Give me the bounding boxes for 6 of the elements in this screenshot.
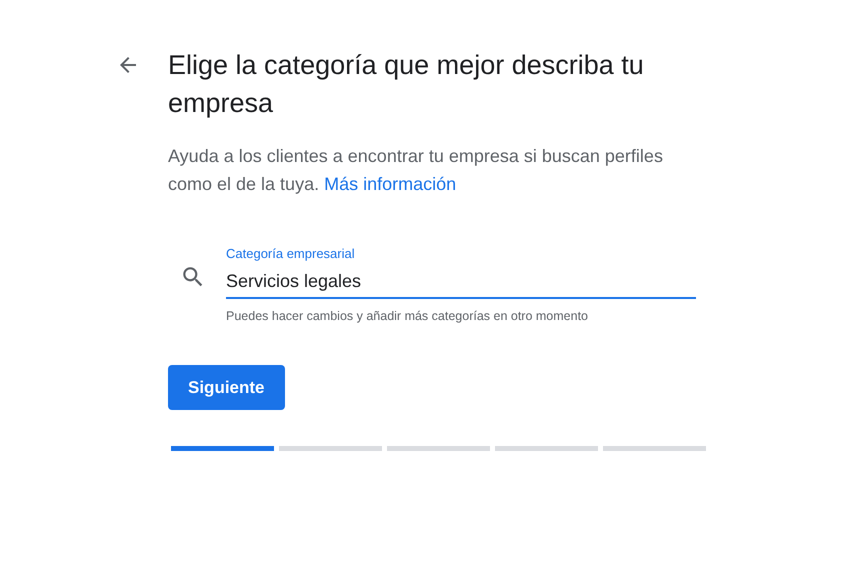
description: Ayuda a los clientes a encontrar tu empresa si buscan perfiles como el de la tuya. Más información <box>168 145 664 196</box>
more-info-link[interactable]: Más información <box>324 174 456 194</box>
helper-text: Puedes hacer cambios y añadir más categorías en otro momento <box>226 309 589 323</box>
field-label: Categoría empresarial <box>226 246 356 262</box>
page-title: Elige la categoría que mejor describa tu empresa <box>168 49 645 120</box>
next-button[interactable]: Siguiente <box>168 365 285 410</box>
